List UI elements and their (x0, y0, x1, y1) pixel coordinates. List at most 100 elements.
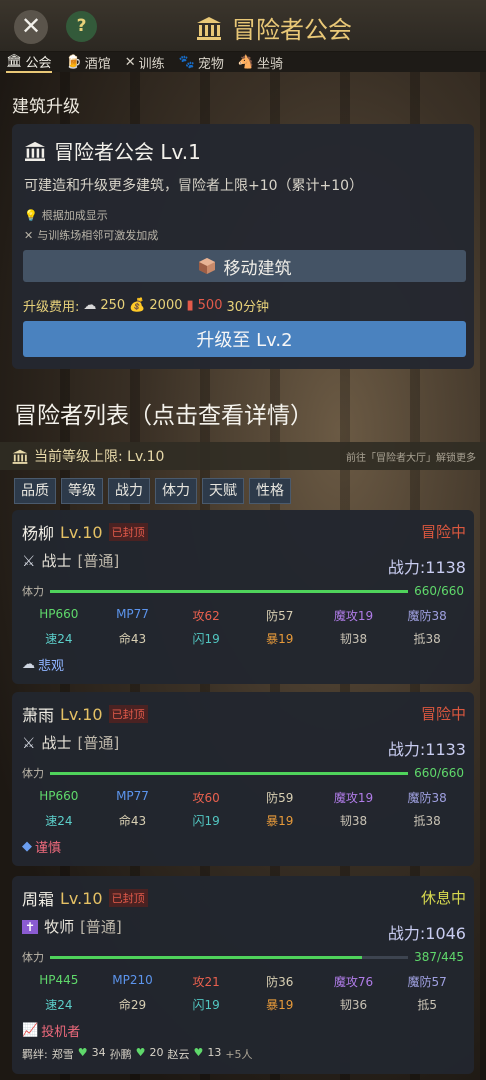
tab-label: 坐骑 (257, 56, 284, 72)
hero-name-text: 杨柳 (22, 524, 55, 543)
capped-badge: 已封顶 (108, 705, 148, 723)
hero-trait: ☁ 悲观 (22, 655, 464, 674)
swords-icon: ⚔ (22, 551, 36, 570)
stone-icon: ☁ (83, 298, 97, 313)
page-title: 冒险者公会 (196, 10, 352, 45)
hero-trait: ◆ 谨慎 (22, 837, 464, 856)
level-cap-text: 当前等级上限: Lv.10 (34, 449, 165, 465)
bond-name: 赵云 (167, 1048, 190, 1061)
guild-hall-icon (25, 141, 45, 161)
move-building-button[interactable]: 移动建筑 (23, 250, 466, 282)
class-rank: [普通] (77, 734, 120, 752)
bulb-icon: 💡 (24, 208, 38, 222)
class-rank: [普通] (77, 552, 120, 570)
swords-icon: ✕ (124, 54, 136, 70)
building-name: 冒险者公会 Lv.1 (24, 136, 462, 165)
hero-card[interactable]: 杨柳 Lv.10 已封顶 冒险中 ⚔ 战士 [普通] 战力:1138 体力 660/660… (12, 510, 474, 684)
filter-stamina[interactable]: 体力 (155, 478, 197, 504)
guild-hall-icon (197, 16, 221, 40)
stat-mdef: 魔防38 (407, 791, 447, 805)
hero-level: Lv.10 (60, 522, 103, 542)
level-cap-bar: 当前等级上限: Lv.10 前往「冒险者大厅」解锁更多 (0, 442, 486, 470)
hero-name: 萧雨 Lv.10 已封顶 (22, 702, 464, 726)
stamina-fill (50, 771, 409, 775)
tab-label: 公会 (25, 55, 52, 71)
stat-crit: 暴19 (266, 814, 294, 828)
trait-text: 谨慎 (35, 841, 62, 856)
goto-hall-link[interactable]: 前往「冒险者大厅」解锁更多 (346, 449, 476, 464)
cube-icon (198, 258, 215, 274)
upgrade-cost: 升级费用: ☁ 250 💰 2000 ▮ 500 30分钟 (23, 296, 269, 315)
tab-bar: 🏛 公会 🍺 酒馆 ✕ 训练 🐾 宠物 🐴 坐骑 (0, 52, 486, 73)
tab-label: 酒馆 (84, 56, 111, 72)
hero-trait: 📈 投机者 (22, 1021, 464, 1040)
filter-personality[interactable]: 性格 (249, 478, 291, 504)
stamina-value: 660/660 (414, 584, 464, 598)
cloud-icon: ☁ (22, 657, 35, 672)
hero-power: 战力:1046 (387, 924, 466, 943)
capped-badge: 已封顶 (108, 889, 148, 907)
hero-level: Lv.10 (60, 888, 103, 908)
filter-quality[interactable]: 品质 (14, 478, 56, 504)
hero-card[interactable]: 周霜 Lv.10 已封顶 休息中 ✝ 牧师 [普通] 战力:1046 体力 387/445… (12, 876, 474, 1074)
filter-power[interactable]: 战力 (108, 478, 150, 504)
bond-label: 羁绊: (22, 1048, 48, 1061)
bond-name: 郑雪 (51, 1048, 74, 1061)
stat-mp: MP77 (116, 607, 149, 621)
heart-icon: ♥ (135, 1046, 146, 1059)
stamina-fill (50, 589, 409, 593)
help-button[interactable]: ? (66, 11, 97, 42)
chart-icon: 📈 (22, 1023, 39, 1038)
stat-def: 防59 (266, 791, 294, 805)
tab-mounts[interactable]: 🐴 坐骑 (238, 53, 283, 72)
building-card: 冒险者公会 Lv.1 可建造和升级更多建筑，冒险者上限+10（累计+10） 💡 根… (12, 124, 474, 369)
tab-tavern[interactable]: 🍺 酒馆 (66, 53, 111, 72)
hero-card[interactable]: 萧雨 Lv.10 已封顶 冒险中 ⚔ 战士 [普通] 战力:1133 体力 660/660… (12, 692, 474, 866)
upgrade-button[interactable]: 升级至 Lv.2 (23, 321, 466, 357)
stat-def: 防57 (266, 609, 294, 623)
building-desc: 可建造和升级更多建筑，冒险者上限+10（累计+10） (24, 178, 364, 194)
stat-resist: 抵38 (413, 632, 441, 646)
stat-atk: 攻21 (192, 975, 220, 989)
stat-matk: 魔攻19 (333, 791, 374, 805)
stamina-label: 体力 (22, 585, 44, 598)
hint-text: 根据加成显示 (41, 209, 108, 222)
stat-crit: 暴19 (266, 998, 294, 1012)
stat-grid: HP660 MP77 攻60 防59 魔攻19 魔防38 速24 命43 闪19 暴19 韧38 抵… (22, 789, 464, 829)
hero-power: 战力:1138 (387, 558, 466, 577)
bond-name: 孙鹏 (109, 1048, 132, 1061)
class-name: 战士 (41, 734, 72, 752)
stat-hp: HP660 (39, 789, 79, 803)
stat-speed: 速24 (45, 632, 73, 646)
stat-mp: MP210 (112, 973, 153, 987)
capped-badge: 已封顶 (108, 523, 148, 541)
filter-talent[interactable]: 天赋 (202, 478, 244, 504)
filter-level[interactable]: 等级 (61, 478, 103, 504)
hint-bonus: 💡 根据加成显示 (24, 207, 462, 223)
tab-label: 宠物 (197, 56, 224, 72)
tab-label: 训练 (138, 56, 165, 72)
tab-guild[interactable]: 🏛 公会 (6, 52, 52, 73)
stat-tenacity: 韧38 (339, 814, 368, 828)
swords-icon: ⚔ (22, 733, 36, 752)
stat-atk: 攻62 (192, 609, 220, 623)
stat-mp: MP77 (116, 789, 149, 803)
tab-pets[interactable]: 🐾 宠物 (179, 53, 224, 72)
hero-name-text: 周霜 (22, 890, 55, 909)
stat-def: 防36 (266, 975, 294, 989)
stat-hit: 命43 (118, 814, 147, 828)
stamina-label: 体力 (22, 951, 44, 964)
hero-status: 休息中 (420, 889, 466, 907)
stat-crit: 暴19 (266, 632, 294, 646)
tab-training[interactable]: ✕ 训练 (125, 53, 165, 72)
stat-evade: 闪19 (192, 998, 220, 1012)
swords-icon: ✕ (24, 228, 34, 242)
close-button[interactable]: ✕ (14, 10, 48, 44)
building-name-text: 冒险者公会 Lv.1 (54, 140, 201, 164)
cross-icon: ✝ (22, 919, 39, 934)
gem-icon: ◆ (22, 839, 32, 854)
stat-hit: 命43 (118, 632, 147, 646)
stamina-bar (50, 955, 409, 959)
stamina-bar (50, 589, 409, 593)
stat-atk: 攻60 (192, 791, 220, 805)
